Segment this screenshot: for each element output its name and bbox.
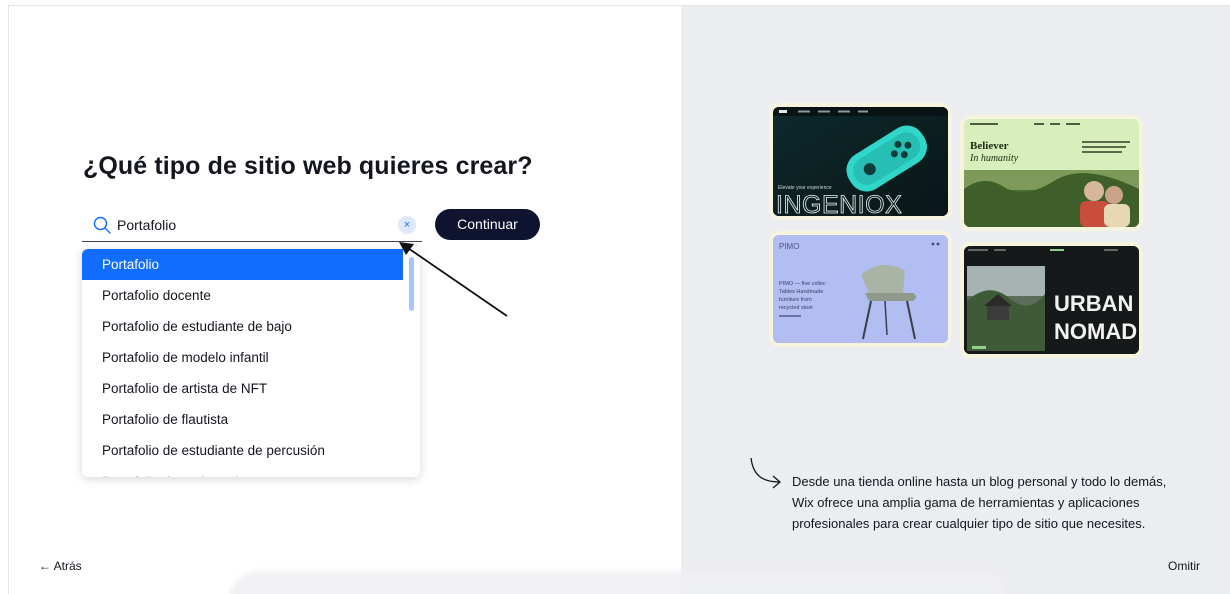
svg-text:URBAN: URBAN: [1054, 291, 1133, 316]
svg-text:INGENIOX: INGENIOX: [776, 191, 902, 216]
annotation-arrow-icon: [399, 242, 508, 317]
template-thumbnail-believer: Believer In humanity: [964, 119, 1139, 227]
search-icon: [93, 216, 111, 234]
dropdown-option[interactable]: Portafolio de artista de NFT: [82, 373, 403, 404]
curved-arrow-icon: [750, 457, 781, 489]
showcase-panel: Elevate your experience INGENIOX Believe…: [681, 6, 1230, 594]
dropdown-option[interactable]: Portafolio de estudiante de bajo: [82, 311, 403, 342]
svg-text:furniture from: furniture from: [779, 297, 812, 303]
dropdown-option[interactable]: Portafolio de estudiante de percusión: [82, 435, 403, 466]
template-thumbnail-urban-nomad: URBAN NOMAD: [964, 246, 1139, 354]
dropdown-option[interactable]: Portafolio de modelo infantil: [82, 342, 403, 373]
suggestions-dropdown: Portafolio Portafolio docente Portafolio d…: [82, 249, 420, 477]
dropdown-option[interactable]: Portafolio de flautista: [82, 404, 403, 435]
svg-text:PIMO: PIMO: [779, 242, 799, 251]
svg-text:In humanity: In humanity: [969, 153, 1019, 164]
onboarding-frame: ¿Qué tipo de sitio web quieres crear? Po…: [8, 5, 1230, 594]
bottom-fade: [229, 571, 1009, 594]
skip-link[interactable]: Omitir: [1168, 559, 1200, 573]
question-panel: ¿Qué tipo de sitio web quieres crear? Po…: [9, 6, 681, 594]
back-link[interactable]: ← Atrás: [39, 559, 82, 573]
dropdown-option[interactable]: Portafolio docente: [82, 280, 403, 311]
search-input-value[interactable]: Portafolio: [117, 217, 176, 233]
svg-text:Believer: Believer: [970, 140, 1009, 152]
continue-button[interactable]: Continuar: [435, 209, 540, 240]
clear-search-icon[interactable]: ×: [398, 216, 416, 234]
page-title: ¿Qué tipo de sitio web quieres crear?: [83, 152, 533, 180]
svg-text:PIMO — five collec: PIMO — five collec: [779, 281, 826, 287]
dropdown-option[interactable]: Portafolio de pedagogía: [82, 466, 403, 477]
template-thumbnail-pimo: PIMO PIMO — five collec Tables Handmade …: [773, 235, 948, 343]
template-thumbnail-ingeniox: Elevate your experience INGENIOX: [773, 107, 948, 216]
showcase-caption: Desde una tienda online hasta un blog pe…: [792, 474, 1167, 531]
svg-text:recycled steel: recycled steel: [779, 305, 813, 311]
svg-text:NOMAD: NOMAD: [1054, 319, 1137, 344]
svg-text:Tables Handmade: Tables Handmade: [779, 289, 823, 295]
site-type-search[interactable]: Portafolio ×: [82, 208, 422, 242]
dropdown-option[interactable]: Portafolio: [82, 249, 403, 280]
